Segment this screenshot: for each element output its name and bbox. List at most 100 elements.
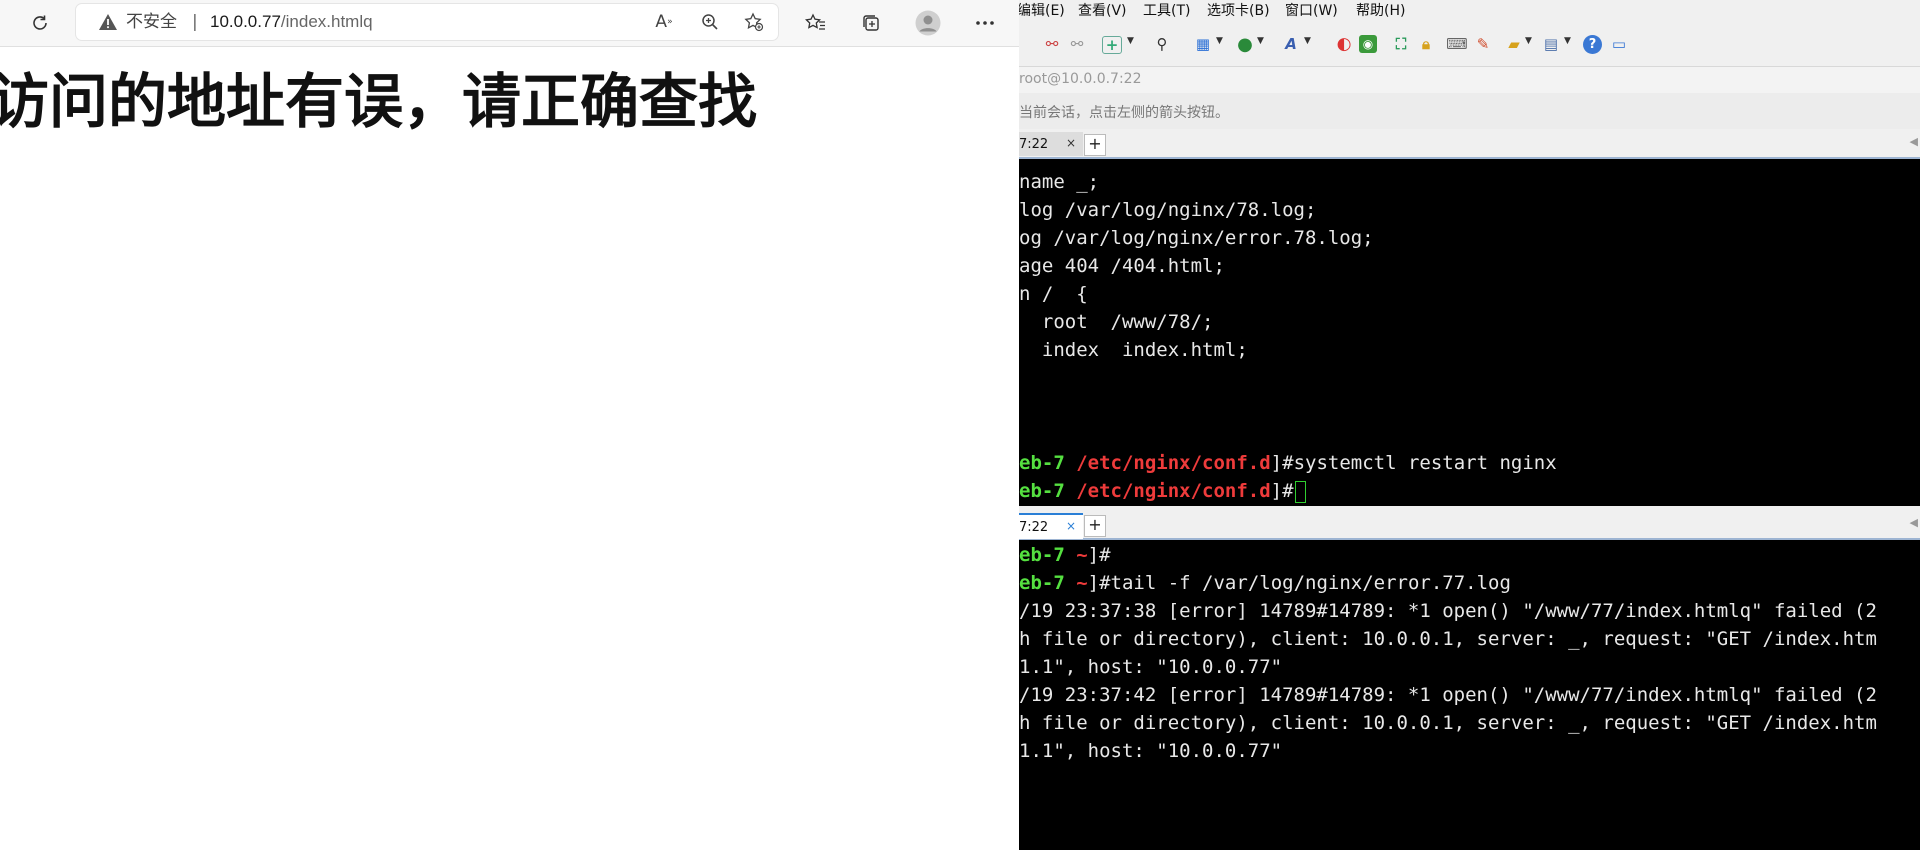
terminal-line: root /www/78/; bbox=[1019, 311, 1214, 333]
find-icon[interactable]: ⚲ bbox=[1151, 33, 1173, 55]
url-text[interactable]: 10.0.0.77/index.htmlq bbox=[210, 12, 373, 32]
prompt-close: ]# bbox=[1270, 480, 1294, 502]
tab-label: 7:22 bbox=[1019, 136, 1049, 152]
refresh-icon[interactable] bbox=[26, 9, 54, 37]
menu-view[interactable]: 查看(V) bbox=[1078, 2, 1127, 20]
session-address[interactable]: root@10.0.0.7:22 bbox=[1019, 71, 1142, 87]
message-icon[interactable]: ▭ bbox=[1608, 33, 1630, 55]
xftp-icon[interactable]: ◐ bbox=[1333, 33, 1355, 55]
menu-edit[interactable]: 编辑(E) bbox=[1019, 2, 1065, 20]
profile-icon[interactable] bbox=[914, 9, 942, 37]
lock-icon[interactable]: 🔒︎ bbox=[1415, 33, 1437, 55]
prompt-close: ]# bbox=[1087, 544, 1111, 566]
terminal-prompt-line: eb-7 /etc/nginx/conf.d]#systemctl restar… bbox=[1019, 449, 1557, 477]
security-label[interactable]: 不安全 bbox=[126, 12, 177, 32]
close-icon[interactable]: × bbox=[1066, 519, 1076, 533]
read-aloud-icon[interactable]: A» bbox=[650, 8, 678, 36]
terminal-prompt-line: eb-7 ~]#tail -f /var/log/nginx/error.77.… bbox=[1019, 569, 1511, 597]
chevron-down-icon[interactable]: ▼ bbox=[1127, 36, 1134, 46]
terminal-toolbar: ⚯ ⚯ + ▼ ⚲ ▦ ▼ ● ▼ A ▼ ◐ ◉ ⛶ 🔒︎ ⌨ ✎ ▰ ▼ ▤… bbox=[1019, 22, 1920, 66]
menu-window[interactable]: 窗口(W) bbox=[1285, 2, 1338, 20]
new-session-icon[interactable]: + bbox=[1102, 36, 1122, 54]
fullscreen-icon[interactable]: ⛶ bbox=[1390, 33, 1412, 55]
menu-tools[interactable]: 工具(T) bbox=[1143, 2, 1190, 20]
prompt-dir: /etc/nginx/conf.d bbox=[1076, 480, 1271, 502]
session-address-bar[interactable]: root@10.0.0.7:22 bbox=[1019, 66, 1920, 94]
prompt-dir: /etc/nginx/conf.d bbox=[1076, 452, 1271, 474]
terminal-line: log /var/log/nginx/78.log; bbox=[1019, 199, 1317, 221]
session-tab[interactable]: 7:22 × bbox=[1019, 132, 1083, 156]
font-icon[interactable]: A bbox=[1280, 33, 1302, 55]
disconnect-icon[interactable]: ⚯ bbox=[1041, 33, 1063, 55]
terminal-line: og /var/log/nginx/error.78.log; bbox=[1019, 227, 1374, 249]
tab-scroll-icon[interactable]: ◀ bbox=[1910, 135, 1918, 148]
reconnect-icon[interactable]: ⚯ bbox=[1066, 33, 1088, 55]
terminal-pane-bottom[interactable]: eb-7 ~]# eb-7 ~]#tail -f /var/log/nginx/… bbox=[1019, 540, 1920, 850]
zoom-icon[interactable] bbox=[696, 8, 724, 36]
terminal-prompt-line: eb-7 /etc/nginx/conf.d]# bbox=[1019, 477, 1306, 505]
terminal-line: /19 23:37:42 [error] 14789#14789: *1 ope… bbox=[1019, 684, 1877, 706]
window-layout-icon[interactable]: ▤ bbox=[1540, 33, 1562, 55]
prompt-host: eb-7 bbox=[1019, 452, 1077, 474]
chevron-down-icon[interactable]: ▼ bbox=[1304, 36, 1311, 46]
folder-icon[interactable]: ▰ bbox=[1503, 33, 1525, 55]
menu-tabs[interactable]: 选项卡(B) bbox=[1207, 2, 1270, 20]
terminal-cursor bbox=[1294, 480, 1306, 503]
terminal-line: h file or directory), client: 10.0.0.1, … bbox=[1019, 628, 1877, 650]
prompt-close: ]# bbox=[1270, 452, 1294, 474]
browser-window: 不安全 | 10.0.0.77/index.htmlq A» 访问的地址有误，请… bbox=[0, 0, 1019, 850]
tab-strip-bottom: 7:22 × + ◀ bbox=[1019, 512, 1920, 540]
keyboard-icon[interactable]: ⌨ bbox=[1446, 33, 1468, 55]
terminal-app: 编辑(E) 查看(V) 工具(T) 选项卡(B) 窗口(W) 帮助(H) ⚯ ⚯… bbox=[1019, 0, 1920, 850]
url-host: 10.0.0.77 bbox=[210, 12, 281, 31]
terminal-pane-top[interactable]: name _; log /var/log/nginx/78.log; og /v… bbox=[1019, 159, 1920, 506]
add-favorite-icon[interactable] bbox=[740, 8, 768, 36]
chevron-down-icon[interactable]: ▼ bbox=[1564, 36, 1571, 46]
menu-help[interactable]: 帮助(H) bbox=[1356, 2, 1405, 20]
page-heading: 访问的地址有误，请正确查找 bbox=[0, 69, 758, 135]
globe-icon[interactable]: ● bbox=[1234, 33, 1256, 55]
prompt-dir: ~ bbox=[1076, 572, 1088, 594]
tab-strip-top: 7:22 × + ◀ bbox=[1019, 131, 1920, 159]
session-hint: 当前会话，点击左侧的箭头按钮。 bbox=[1019, 105, 1229, 121]
prompt-host: eb-7 bbox=[1019, 572, 1077, 594]
favorites-icon[interactable] bbox=[802, 9, 830, 37]
url-path: /index.htmlq bbox=[280, 12, 373, 31]
terminal-line: name _; bbox=[1019, 171, 1100, 193]
add-tab-button[interactable]: + bbox=[1084, 515, 1106, 537]
chevron-down-icon[interactable]: ▼ bbox=[1525, 36, 1532, 46]
terminal-line: index index.html; bbox=[1019, 339, 1248, 361]
help-icon[interactable]: ? bbox=[1583, 35, 1602, 54]
more-icon[interactable] bbox=[971, 9, 999, 37]
terminal-line: 1.1", host: "10.0.0.77" bbox=[1019, 656, 1283, 678]
layout-icon[interactable]: ▦ bbox=[1192, 33, 1214, 55]
tab-label: 7:22 bbox=[1019, 519, 1049, 535]
terminal-line: h file or directory), client: 10.0.0.1, … bbox=[1019, 712, 1877, 734]
terminal-line: age 404 /404.html; bbox=[1019, 255, 1225, 277]
address-separator: | bbox=[192, 12, 198, 32]
terminal-prompt-line: eb-7 ~]# bbox=[1019, 541, 1111, 569]
collections-icon[interactable] bbox=[857, 9, 885, 37]
prompt-command: systemctl restart nginx bbox=[1293, 452, 1557, 474]
terminal-line: 1.1", host: "10.0.0.77" bbox=[1019, 740, 1283, 762]
prompt-host: eb-7 bbox=[1019, 544, 1077, 566]
prompt-host: eb-7 bbox=[1019, 480, 1077, 502]
warning-icon[interactable] bbox=[98, 12, 118, 32]
prompt-close: ]# bbox=[1087, 572, 1111, 594]
terminal-line: /19 23:37:38 [error] 14789#14789: *1 ope… bbox=[1019, 600, 1877, 622]
session-tab-active[interactable]: 7:22 × bbox=[1019, 513, 1083, 539]
chevron-down-icon[interactable]: ▼ bbox=[1216, 36, 1223, 46]
prompt-dir: ~ bbox=[1076, 544, 1088, 566]
add-tab-button[interactable]: + bbox=[1084, 134, 1106, 156]
xftp-green-icon[interactable]: ◉ bbox=[1359, 35, 1377, 53]
terminal-line: n / { bbox=[1019, 283, 1088, 305]
session-hint-bar: 当前会话，点击左侧的箭头按钮。 bbox=[1019, 93, 1920, 129]
address-bar[interactable]: 不安全 | 10.0.0.77/index.htmlq A» bbox=[76, 4, 778, 40]
tab-scroll-icon[interactable]: ◀ bbox=[1910, 516, 1918, 529]
menu-bar: 编辑(E) 查看(V) 工具(T) 选项卡(B) 窗口(W) 帮助(H) bbox=[1019, 0, 1920, 22]
close-icon[interactable]: × bbox=[1066, 136, 1076, 150]
prompt-command: tail -f /var/log/nginx/error.77.log bbox=[1110, 572, 1511, 594]
highlight-icon[interactable]: ✎ bbox=[1472, 33, 1494, 55]
browser-toolbar: 不安全 | 10.0.0.77/index.htmlq A» bbox=[0, 0, 1019, 47]
chevron-down-icon[interactable]: ▼ bbox=[1257, 36, 1264, 46]
